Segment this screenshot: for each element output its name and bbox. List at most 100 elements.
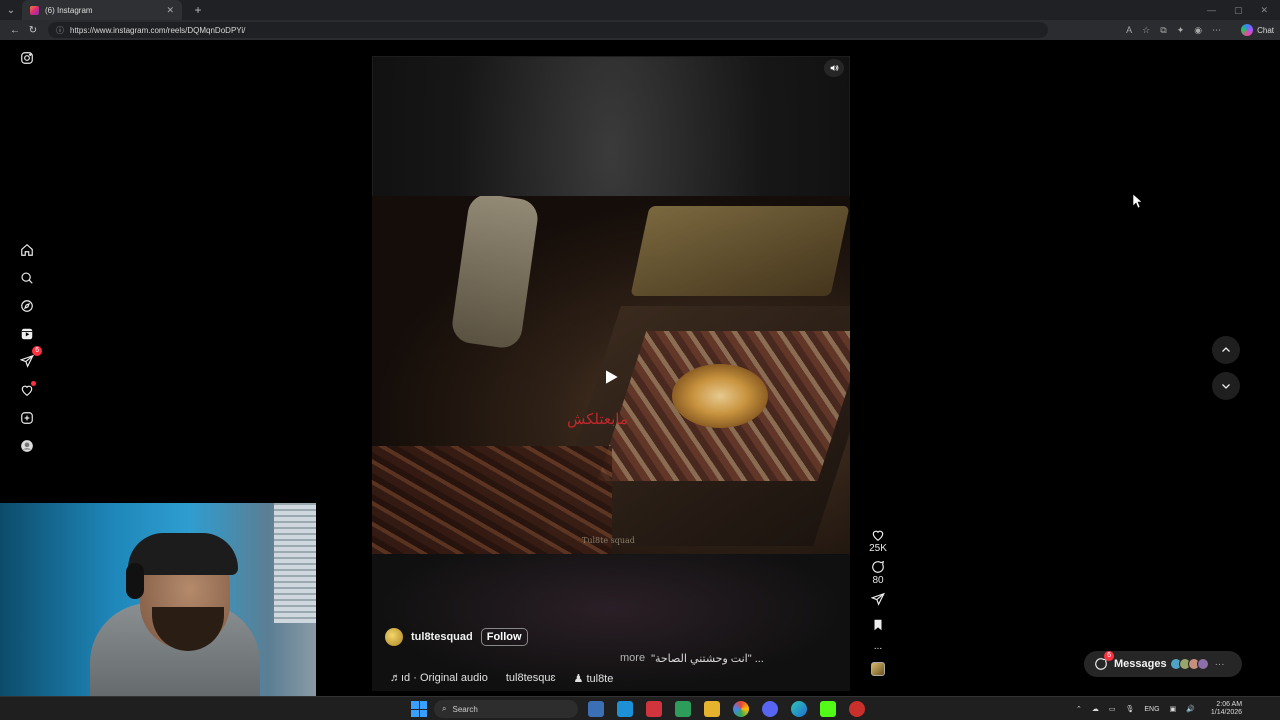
clock-date: 1/14/2026	[1210, 709, 1243, 716]
messenger-icon: 6	[1094, 651, 1114, 671]
comment-icon	[872, 560, 885, 573]
tab-close-icon[interactable]: ✕	[166, 5, 174, 16]
reels-icon[interactable]	[18, 325, 36, 343]
profile-avatar-icon[interactable]	[18, 437, 36, 455]
minimize-icon[interactable]: —	[1207, 5, 1216, 16]
tab-actions-icon[interactable]: ⌄	[0, 5, 22, 16]
settings-app-icon[interactable]	[588, 701, 604, 717]
url-field[interactable]: ⓘ https://www.instagram.com/reels/DQMqnD…	[48, 22, 1048, 38]
back-icon[interactable]: ←	[6, 25, 24, 36]
profile-icon[interactable]: ◉	[1194, 25, 1202, 36]
tab-title: (6) Instagram	[45, 5, 93, 15]
reel-author-row: tul8tesquad Follow	[385, 628, 528, 646]
follow-button[interactable]: Follow	[480, 628, 528, 646]
notifications-heart-icon[interactable]	[18, 381, 36, 399]
system-tray: ⌃ ☁ ▭ 🎙 ENG ▣ 🔊 2:06 AM 1/14/2026	[1076, 697, 1242, 720]
author-username[interactable]: tul8tesquad	[411, 631, 473, 643]
reel-audio-row: ♬ıd · Original audio tul8tesquɛ ♟ tul8te	[390, 672, 613, 685]
video-arm-shape	[449, 196, 541, 351]
reel-video[interactable]: مابعتلكش Tul8te squad	[372, 196, 850, 554]
recorder-app-icon[interactable]	[849, 701, 865, 717]
settings-more-icon[interactable]: ⋯	[1212, 25, 1221, 36]
video-ashtray-shape	[672, 364, 768, 428]
start-windows-icon[interactable]	[411, 701, 427, 717]
heart-icon	[872, 530, 884, 541]
video-floor-rug-shape	[372, 446, 612, 554]
home-icon[interactable]	[18, 241, 36, 259]
copilot-icon	[1241, 24, 1254, 36]
volume-icon[interactable]: 🔊	[1186, 705, 1195, 713]
original-audio-link[interactable]: ♬ıd · Original audio	[390, 672, 488, 685]
photos-app-icon[interactable]	[617, 701, 633, 717]
copilot-chat-button[interactable]: Chat	[1241, 24, 1274, 36]
search-icon[interactable]	[18, 269, 36, 287]
read-aloud-icon[interactable]: A	[1126, 25, 1132, 35]
site-info-icon[interactable]: ⓘ	[56, 25, 64, 36]
excel-app-icon[interactable]	[675, 701, 691, 717]
refresh-icon[interactable]: ↻	[24, 25, 42, 36]
collections-icon[interactable]: ✦	[1177, 25, 1185, 36]
reel-background-bottom	[372, 555, 850, 691]
tagged-user-link[interactable]: ♟ tul8te	[574, 672, 614, 685]
tray-overflow-icon[interactable]: ⌃	[1076, 705, 1082, 713]
webcam-headset	[126, 563, 144, 599]
new-tab-button[interactable]: +	[188, 3, 208, 17]
onedrive-icon[interactable]: ☁	[1092, 705, 1099, 713]
mic-icon[interactable]: 🎙	[1126, 705, 1135, 713]
like-action[interactable]: 25K	[869, 528, 887, 554]
audio-user-link[interactable]: tul8tesquɛ	[506, 672, 556, 685]
taskbar-search-label: Search	[452, 704, 478, 714]
message-avatars	[1169, 658, 1209, 670]
messages-pill-badge: 6	[1104, 651, 1114, 661]
previous-reel-button[interactable]	[1212, 336, 1240, 364]
direct-messages-icon[interactable]: 6	[18, 346, 42, 370]
audio-thumbnail-image	[871, 662, 885, 676]
play-icon[interactable]	[601, 367, 621, 387]
battery-icon[interactable]: ▭	[1109, 705, 1116, 713]
create-plus-icon[interactable]	[18, 409, 36, 427]
share-action[interactable]	[871, 592, 885, 606]
instagram-logo-icon[interactable]	[18, 49, 36, 67]
share-send-icon	[871, 592, 885, 606]
taskbar-search[interactable]: ⌕ Search	[434, 700, 578, 718]
audio-thumbnail[interactable]	[871, 662, 885, 676]
save-action[interactable]	[871, 618, 885, 632]
comment-action[interactable]: 80	[871, 560, 885, 586]
webcam-window-blind	[274, 503, 316, 623]
more-options-action[interactable]: ...	[874, 640, 882, 652]
language-indicator[interactable]: ENG	[1144, 706, 1159, 713]
extensions-icon[interactable]: ⧉	[1160, 25, 1166, 36]
chevron-up-icon	[1222, 347, 1230, 352]
discord-app-icon[interactable]	[762, 701, 778, 717]
chrome-app-icon[interactable]	[733, 701, 749, 717]
caption-more-link[interactable]: more	[620, 652, 645, 665]
notification-dot	[31, 381, 36, 386]
reel-caption[interactable]: more "انت وحشتني الصاحة" ...	[620, 652, 764, 665]
browser-address-bar: ← ↻ ⓘ https://www.instagram.com/reels/DQ…	[0, 20, 1280, 40]
chevron-down-icon	[1222, 384, 1230, 389]
kick-app-icon[interactable]	[820, 701, 836, 717]
tab-instagram[interactable]: (6) Instagram ✕	[22, 0, 182, 20]
opera-app-icon[interactable]	[646, 701, 662, 717]
next-reel-button[interactable]	[1212, 372, 1240, 400]
messages-pill[interactable]: 6 Messages ···	[1084, 651, 1242, 677]
author-avatar[interactable]	[385, 628, 403, 646]
bookmark-icon	[874, 619, 882, 631]
clock[interactable]: 2:06 AM 1/14/2026	[1211, 701, 1242, 717]
favorite-star-icon[interactable]: ☆	[1142, 25, 1150, 36]
file-explorer-icon[interactable]	[704, 701, 720, 717]
clock-time: 2:06 AM	[1216, 701, 1243, 708]
windows-taskbar: ⌕ Search ⌃ ☁ ▭ 🎙 ENG ▣ 🔊 2:06 AM 1/14/20…	[0, 696, 1280, 720]
maximize-icon[interactable]: ▢	[1234, 5, 1243, 16]
taskbar-apps	[588, 701, 865, 717]
explore-compass-icon[interactable]	[18, 297, 36, 315]
edge-app-icon[interactable]	[791, 701, 807, 717]
browser-toolbar: A ☆ ⧉ ✦ ◉ ⋯ Chat	[1126, 24, 1274, 36]
audio-toggle-button[interactable]	[824, 59, 844, 77]
display-icon[interactable]: ▣	[1170, 705, 1177, 713]
messages-more-icon[interactable]: ···	[1215, 659, 1225, 670]
browser-tab-bar: ⌄ (6) Instagram ✕ + — ▢ ✕	[0, 0, 1280, 20]
webcam-overlay	[0, 503, 316, 697]
caption-text: "انت وحشتني الصاحة" ...	[651, 653, 764, 665]
close-window-icon[interactable]: ✕	[1260, 5, 1268, 16]
